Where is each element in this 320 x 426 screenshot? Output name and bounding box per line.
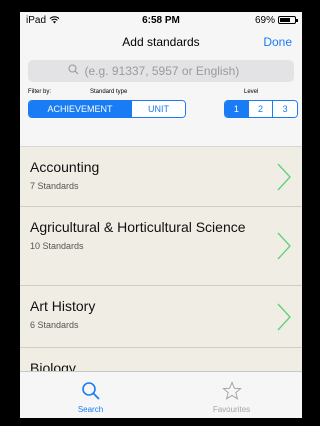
star-icon [221,381,242,405]
search-field[interactable] [28,60,294,82]
subject-list: Accounting 7 Standards Agricultural & Ho… [20,147,302,372]
level-option-3[interactable]: 3 [272,101,297,117]
list-item-subtitle: 10 Standards [30,241,84,251]
filter-controls: ACHIEVEMENT UNIT 1 2 3 [20,98,302,124]
chevron-right-icon [276,303,292,336]
battery-percent: 69% [254,14,275,26]
list-item-art-history[interactable]: Art History 6 Standards [20,286,302,348]
tab-bar: Search Favourites [20,371,302,418]
navigation-bar: Add standards Done [20,28,302,56]
level-option-1[interactable]: 1 [225,101,248,117]
tab-search[interactable]: Search [20,372,161,418]
list-item-title: Agricultural & Horticultural Science [30,219,246,235]
tab-label: Search [77,405,104,414]
battery-icon [277,16,298,24]
search-bar [20,56,302,88]
list-item-agricultural-horticultural-science[interactable]: Agricultural & Horticultural Science 10 … [20,207,302,286]
filter-labels: Filter by: Standard type Level [20,88,302,98]
done-button[interactable]: Done [263,35,292,49]
list-item-accounting[interactable]: Accounting 7 Standards [20,147,302,207]
tab-favourites[interactable]: Favourites [161,372,302,418]
search-input[interactable] [84,64,255,78]
filter-by-label: Filter by: [28,89,52,95]
search-icon [67,64,79,78]
list-item-title: Accounting [30,159,100,175]
level-segmented-control: 1 2 3 [224,100,298,118]
type-option-unit[interactable]: UNIT [131,101,185,117]
status-time: 6:58 PM [142,14,180,26]
device-label: iPad [26,14,47,26]
tab-label: Favourites [212,405,251,414]
list-item-subtitle: 7 Standards [30,181,79,191]
page-title: Add standards [122,35,200,49]
chevron-right-icon [276,163,292,196]
battery-fill [279,18,290,22]
list-item-title: Art History [30,298,96,314]
list-item-subtitle: 6 Standards [30,320,79,330]
search-icon [81,381,101,405]
chevron-right-icon [276,232,292,265]
level-label: Level [244,89,259,95]
device-screen: iPad 6:58 PM 69% Add standards Done (e.g… [20,12,302,418]
level-option-2[interactable]: 2 [247,101,273,117]
status-bar: iPad 6:58 PM 69% [20,12,302,28]
standard-type-label: Standard type [90,89,128,95]
standard-type-segmented-control: ACHIEVEMENT UNIT [28,100,186,118]
wifi-icon [49,16,60,24]
type-option-achievement[interactable]: ACHIEVEMENT [29,101,132,117]
list-item-biology[interactable]: Biology [20,348,302,372]
